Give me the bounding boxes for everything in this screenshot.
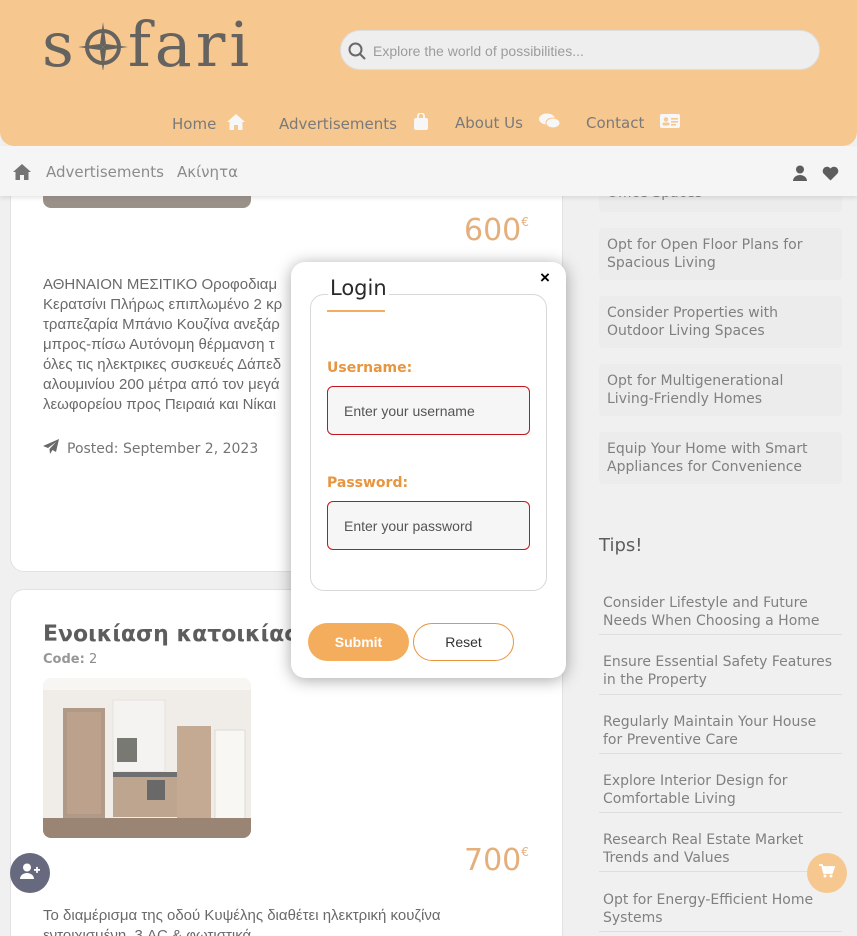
title-underline: [327, 310, 385, 312]
close-icon[interactable]: ×: [540, 268, 550, 288]
password-label: Password:: [327, 475, 409, 491]
username-input[interactable]: [328, 387, 529, 434]
username-label: Username:: [327, 360, 413, 376]
submit-button[interactable]: Submit: [308, 623, 409, 661]
password-field-box: [327, 501, 530, 550]
reset-button[interactable]: Reset: [413, 623, 514, 661]
login-title: Login: [328, 276, 389, 300]
username-field-box: [327, 386, 530, 435]
login-modal: × Login Username: Password: Submit Reset: [291, 262, 566, 678]
password-input[interactable]: [328, 502, 529, 549]
